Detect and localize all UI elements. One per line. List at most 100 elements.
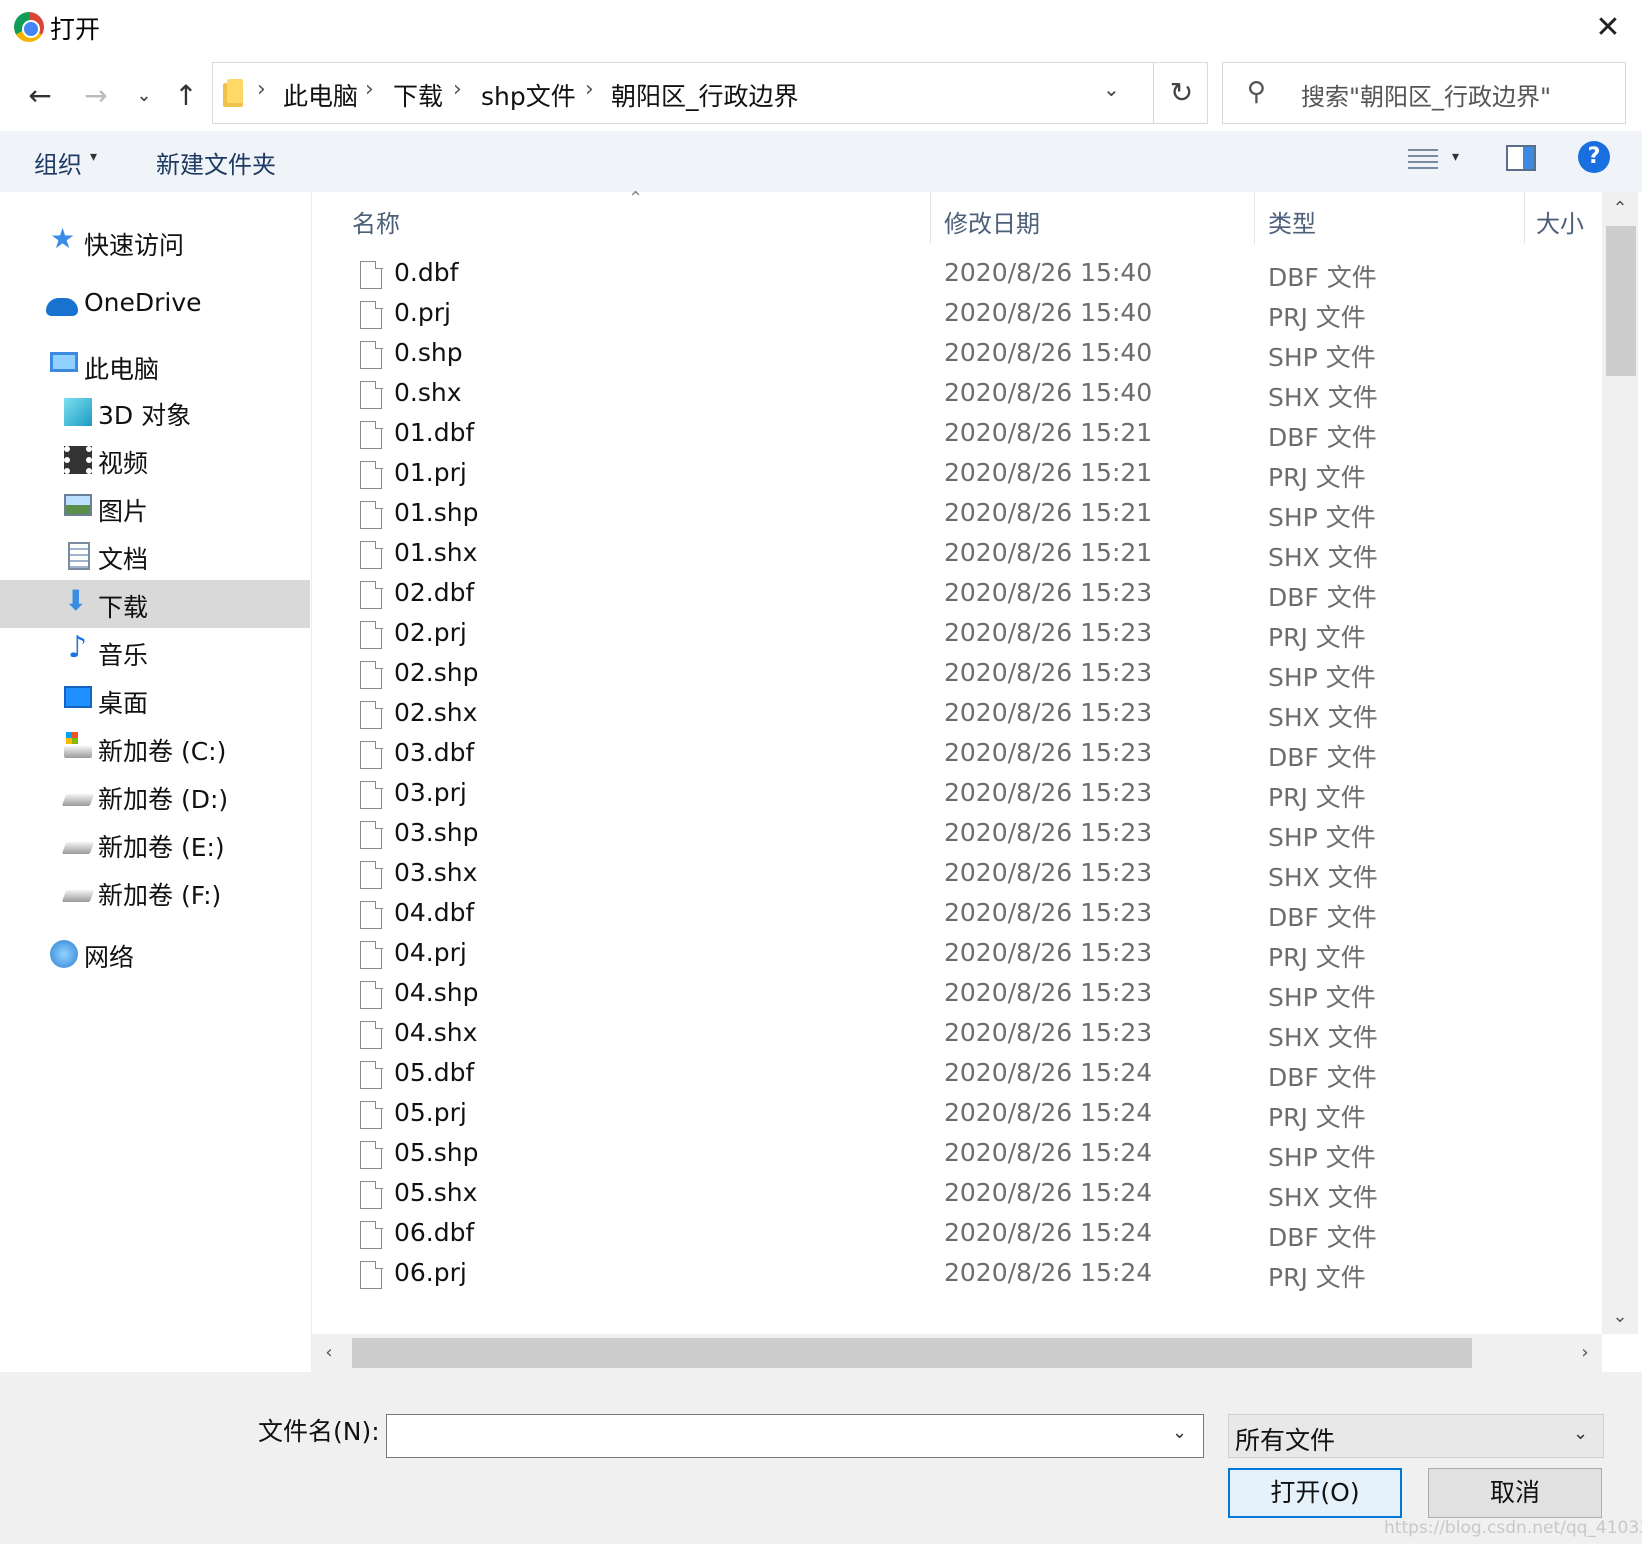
vertical-scroll-thumb[interactable] bbox=[1606, 226, 1636, 376]
table-row[interactable]: 02.prj 2020/8/26 15:23 PRJ 文件 bbox=[312, 616, 1602, 658]
breadcrumb-shp-folder[interactable]: shp文件 bbox=[481, 77, 576, 113]
column-header-size[interactable]: 大小 bbox=[1536, 204, 1584, 239]
search-box[interactable]: ⚲ 搜索"朝阳区_行政边界" bbox=[1222, 62, 1626, 124]
file-type: SHX 文件 bbox=[1268, 703, 1378, 732]
sidebar-item-drive-f[interactable]: 新加卷 (F:) bbox=[0, 868, 310, 916]
sidebar-item-downloads[interactable]: 下载 bbox=[0, 580, 310, 628]
address-dropdown-icon[interactable]: ⌄ bbox=[1103, 77, 1120, 101]
table-row[interactable]: 01.shp 2020/8/26 15:21 SHP 文件 bbox=[312, 496, 1602, 538]
table-row[interactable]: 06.dbf 2020/8/26 15:24 DBF 文件 bbox=[312, 1216, 1602, 1258]
cancel-button[interactable]: 取消 bbox=[1428, 1468, 1602, 1518]
breadcrumb-downloads[interactable]: 下载 bbox=[393, 77, 443, 113]
forward-button[interactable]: → bbox=[76, 72, 116, 120]
sidebar-item-videos[interactable]: 视频 bbox=[0, 436, 310, 484]
scroll-left-icon[interactable]: ‹ bbox=[312, 1334, 346, 1372]
search-placeholder: 搜索"朝阳区_行政边界" bbox=[1301, 83, 1552, 111]
horizontal-scroll-thumb[interactable] bbox=[352, 1338, 1472, 1368]
file-date: 2020/8/26 15:24 bbox=[944, 1258, 1153, 1287]
file-type: PRJ 文件 bbox=[1268, 1103, 1366, 1132]
table-row[interactable]: 05.prj 2020/8/26 15:24 PRJ 文件 bbox=[312, 1096, 1602, 1138]
file-type: DBF 文件 bbox=[1268, 1063, 1377, 1092]
organize-button[interactable]: 组织 bbox=[34, 145, 82, 180]
refresh-button[interactable]: ↻ bbox=[1153, 63, 1209, 123]
scroll-up-icon[interactable]: ⌃ bbox=[1602, 192, 1638, 226]
column-header-name[interactable]: 名称 bbox=[352, 204, 400, 239]
scroll-right-icon[interactable]: › bbox=[1568, 1334, 1602, 1372]
sidebar-item-music[interactable]: 音乐 bbox=[0, 628, 310, 676]
vertical-scrollbar[interactable]: ⌃ ⌄ bbox=[1602, 192, 1638, 1334]
breadcrumb-this-pc[interactable]: 此电脑 bbox=[283, 77, 358, 113]
sidebar-item-pictures[interactable]: 图片 bbox=[0, 484, 310, 532]
table-row[interactable]: 01.shx 2020/8/26 15:21 SHX 文件 bbox=[312, 536, 1602, 578]
back-button[interactable]: ← bbox=[20, 72, 60, 120]
open-button[interactable]: 打开(O) bbox=[1228, 1468, 1402, 1518]
up-button[interactable]: ↑ bbox=[166, 72, 206, 120]
file-type-select[interactable]: 所有文件 ⌄ bbox=[1228, 1414, 1604, 1458]
table-row[interactable]: 02.dbf 2020/8/26 15:23 DBF 文件 bbox=[312, 576, 1602, 618]
table-row[interactable]: 02.shx 2020/8/26 15:23 SHX 文件 bbox=[312, 696, 1602, 738]
table-row[interactable]: 0.prj 2020/8/26 15:40 PRJ 文件 bbox=[312, 296, 1602, 338]
sidebar-item-drive-d[interactable]: 新加卷 (D:) bbox=[0, 772, 310, 820]
sidebar-item-desktop[interactable]: 桌面 bbox=[0, 676, 310, 724]
table-row[interactable]: 01.dbf 2020/8/26 15:21 DBF 文件 bbox=[312, 416, 1602, 458]
help-icon[interactable]: ? bbox=[1578, 141, 1610, 173]
table-row[interactable]: 01.prj 2020/8/26 15:21 PRJ 文件 bbox=[312, 456, 1602, 498]
search-icon: ⚲ bbox=[1247, 77, 1267, 107]
table-row[interactable]: 0.shx 2020/8/26 15:40 SHX 文件 bbox=[312, 376, 1602, 418]
table-row[interactable]: 0.dbf 2020/8/26 15:40 DBF 文件 bbox=[312, 256, 1602, 298]
table-row[interactable]: 02.shp 2020/8/26 15:23 SHP 文件 bbox=[312, 656, 1602, 698]
filename-input[interactable] bbox=[386, 1414, 1204, 1458]
file-type: SHX 文件 bbox=[1268, 543, 1378, 572]
sidebar-item-documents[interactable]: 文档 bbox=[0, 532, 310, 580]
sidebar-item-quick-access[interactable]: 快速访问 bbox=[0, 218, 310, 266]
preview-pane-icon[interactable] bbox=[1506, 145, 1536, 171]
table-row[interactable]: 05.dbf 2020/8/26 15:24 DBF 文件 bbox=[312, 1056, 1602, 1098]
desktop-icon bbox=[64, 686, 92, 708]
caret-down-icon[interactable]: ▾ bbox=[90, 149, 97, 165]
table-row[interactable]: 03.dbf 2020/8/26 15:23 DBF 文件 bbox=[312, 736, 1602, 778]
music-icon bbox=[66, 630, 94, 666]
sidebar-item-3d-objects[interactable]: 3D 对象 bbox=[0, 388, 310, 436]
file-name: 05.dbf bbox=[394, 1058, 475, 1087]
column-divider[interactable] bbox=[1254, 192, 1255, 244]
file-name: 01.shp bbox=[394, 498, 479, 527]
filename-dropdown-icon[interactable]: ⌄ bbox=[1172, 1422, 1187, 1443]
new-folder-button[interactable]: 新建文件夹 bbox=[156, 145, 276, 180]
sidebar-item-drive-e[interactable]: 新加卷 (E:) bbox=[0, 820, 310, 868]
chevron-down-icon[interactable]: ⌄ bbox=[1573, 1423, 1588, 1444]
table-row[interactable]: 06.prj 2020/8/26 15:24 PRJ 文件 bbox=[312, 1256, 1602, 1298]
file-date: 2020/8/26 15:23 bbox=[944, 618, 1153, 647]
caret-down-icon[interactable]: ▾ bbox=[1452, 149, 1459, 165]
column-header-type[interactable]: 类型 bbox=[1268, 204, 1316, 239]
table-row[interactable]: 04.shp 2020/8/26 15:23 SHP 文件 bbox=[312, 976, 1602, 1018]
sidebar-item-this-pc[interactable]: 此电脑 bbox=[0, 342, 310, 390]
chrome-icon bbox=[14, 12, 44, 42]
table-row[interactable]: 05.shx 2020/8/26 15:24 SHX 文件 bbox=[312, 1176, 1602, 1218]
sidebar-item-network[interactable]: 网络 bbox=[0, 930, 310, 978]
table-row[interactable]: 0.shp 2020/8/26 15:40 SHP 文件 bbox=[312, 336, 1602, 378]
close-button[interactable]: ✕ bbox=[1586, 6, 1630, 50]
scroll-down-icon[interactable]: ⌄ bbox=[1602, 1300, 1638, 1334]
view-options-icon[interactable] bbox=[1408, 147, 1438, 173]
table-row[interactable]: 03.shx 2020/8/26 15:23 SHX 文件 bbox=[312, 856, 1602, 898]
table-row[interactable]: 04.dbf 2020/8/26 15:23 DBF 文件 bbox=[312, 896, 1602, 938]
table-row[interactable]: 03.prj 2020/8/26 15:23 PRJ 文件 bbox=[312, 776, 1602, 818]
file-date: 2020/8/26 15:21 bbox=[944, 418, 1153, 447]
file-icon bbox=[360, 500, 383, 529]
breadcrumb-current-folder[interactable]: 朝阳区_行政边界 bbox=[611, 77, 799, 113]
column-divider[interactable] bbox=[1524, 192, 1525, 244]
column-header-date[interactable]: 修改日期 bbox=[944, 204, 1040, 239]
table-row[interactable]: 04.shx 2020/8/26 15:23 SHX 文件 bbox=[312, 1016, 1602, 1058]
table-row[interactable]: 03.shp 2020/8/26 15:23 SHP 文件 bbox=[312, 816, 1602, 858]
navigation-pane: 快速访问 OneDrive 此电脑 3D 对象 视频 图片 文档 下载 音乐 桌… bbox=[0, 192, 312, 1372]
table-row[interactable]: 05.shp 2020/8/26 15:24 SHP 文件 bbox=[312, 1136, 1602, 1178]
file-name: 04.shp bbox=[394, 978, 479, 1007]
recent-locations-chevron-icon[interactable]: ⌄ bbox=[124, 72, 164, 120]
watermark: https://blog.csdn.net/qq_41033234 bbox=[1384, 1518, 1642, 1538]
sidebar-item-onedrive[interactable]: OneDrive bbox=[0, 280, 310, 328]
address-bar[interactable]: › 此电脑 › 下载 › shp文件 › 朝阳区_行政边界 ⌄ ↻ bbox=[212, 62, 1208, 124]
sidebar-item-drive-c[interactable]: 新加卷 (C:) bbox=[0, 724, 310, 772]
table-row[interactable]: 04.prj 2020/8/26 15:23 PRJ 文件 bbox=[312, 936, 1602, 978]
horizontal-scrollbar[interactable]: ‹ › bbox=[312, 1334, 1602, 1372]
column-divider[interactable] bbox=[930, 192, 931, 244]
